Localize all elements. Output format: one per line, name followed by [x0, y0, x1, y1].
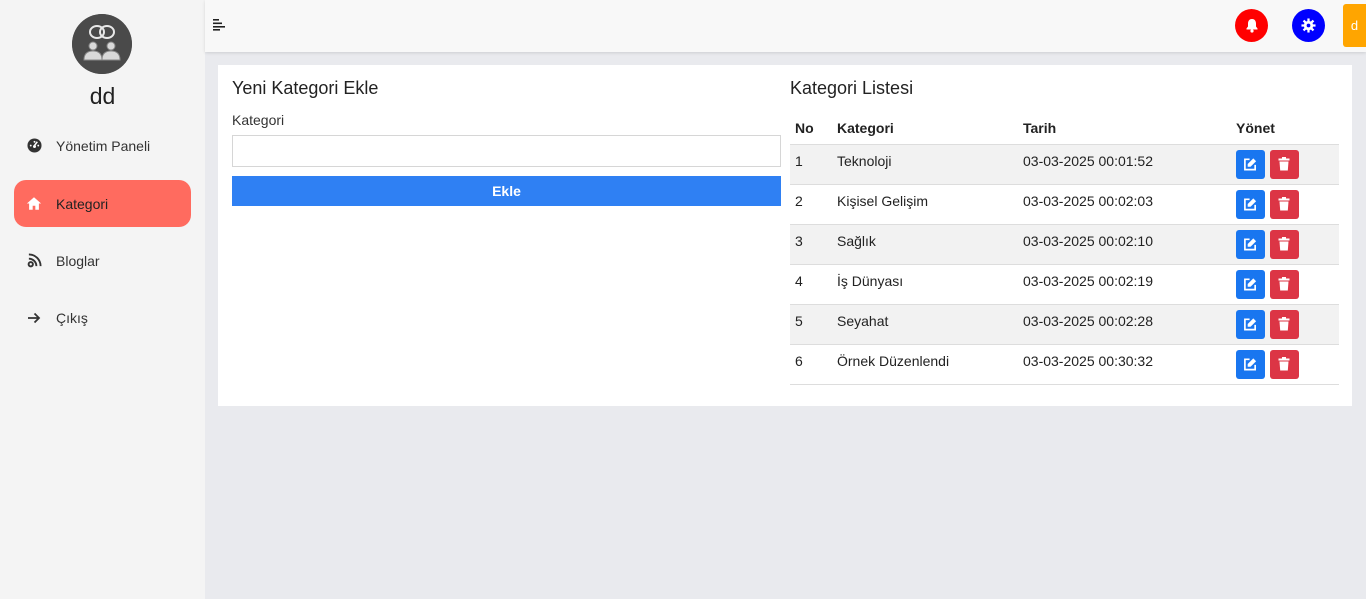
edit-button[interactable]	[1236, 189, 1265, 219]
sidebar-item-dashboard[interactable]: Yönetim Paneli	[14, 122, 191, 169]
sidebar: dd Yönetim Paneli Kategori Bloglar Çıkış	[0, 0, 205, 599]
topbar: d	[205, 0, 1366, 52]
cell-date: 03-03-2025 00:01:52	[1018, 144, 1231, 185]
edit-icon	[1244, 198, 1257, 211]
cell-no: 4	[790, 264, 832, 305]
category-label: Kategori	[232, 112, 285, 128]
category-input[interactable]	[232, 135, 781, 167]
edit-button[interactable]	[1236, 349, 1265, 379]
gauge-icon	[26, 138, 42, 154]
cell-category: Sağlık	[832, 224, 1018, 265]
edit-button[interactable]	[1236, 149, 1265, 179]
sidebar-item-label: Çıkış	[56, 309, 88, 326]
list-title: Kategori Listesi	[790, 78, 914, 98]
cell-category: Seyahat	[832, 304, 1018, 345]
delete-button[interactable]	[1269, 189, 1299, 219]
menu-toggle-icon[interactable]	[213, 18, 225, 32]
edit-icon	[1244, 238, 1257, 251]
sidebar-item-logout[interactable]: Çıkış	[14, 294, 191, 341]
table-row: 1 Teknoloji 03-03-2025 00:01:52	[790, 144, 1339, 185]
delete-button[interactable]	[1269, 229, 1299, 259]
trash-icon	[1278, 157, 1290, 171]
header-category: Kategori	[832, 113, 1018, 145]
delete-button[interactable]	[1269, 349, 1299, 379]
table-row: 3 Sağlık 03-03-2025 00:02:10	[790, 224, 1339, 265]
home-icon	[26, 196, 42, 212]
username: dd	[89, 83, 116, 109]
table-header-row: No Kategori Tarih Yönet	[790, 113, 1339, 145]
cell-actions	[1231, 304, 1339, 345]
arrow-right-icon	[26, 310, 42, 326]
cell-actions	[1231, 184, 1339, 225]
delete-button[interactable]	[1269, 149, 1299, 179]
edit-icon	[1244, 358, 1257, 371]
trash-icon	[1278, 277, 1290, 291]
cell-date: 03-03-2025 00:02:10	[1018, 224, 1231, 265]
sidebar-item-label: Yönetim Paneli	[56, 137, 151, 154]
cell-category: Teknoloji	[832, 144, 1018, 185]
delete-button[interactable]	[1269, 269, 1299, 299]
trash-icon	[1278, 317, 1290, 331]
header-no: No	[790, 113, 832, 145]
cell-category: Örnek Düzenlendi	[832, 344, 1018, 385]
cell-date: 03-03-2025 00:02:28	[1018, 304, 1231, 345]
cell-actions	[1231, 344, 1339, 385]
cell-no: 1	[790, 144, 832, 185]
edit-icon	[1244, 318, 1257, 331]
trash-icon	[1278, 197, 1290, 211]
cell-category: İş Dünyası	[832, 264, 1018, 305]
table-row: 5 Seyahat 03-03-2025 00:02:28	[790, 304, 1339, 345]
trash-icon	[1278, 357, 1290, 371]
sidebar-item-label: Bloglar	[56, 252, 100, 269]
edit-icon	[1244, 158, 1257, 171]
add-button[interactable]: Ekle	[232, 176, 781, 206]
trash-icon	[1278, 237, 1290, 251]
header-manage: Yönet	[1231, 113, 1339, 145]
bell-icon	[1246, 19, 1257, 33]
sidebar-item-label: Kategori	[56, 195, 109, 212]
edit-button[interactable]	[1236, 309, 1265, 339]
category-table: No Kategori Tarih Yönet 1 Teknoloji 03-0…	[790, 113, 1339, 385]
cell-category: Kişisel Gelişim	[832, 184, 1018, 225]
settings-button[interactable]	[1292, 9, 1325, 42]
cell-actions	[1231, 144, 1339, 185]
edit-icon	[1244, 278, 1257, 291]
table-row: 6 Örnek Düzenlendi 03-03-2025 00:30:32	[790, 344, 1339, 385]
header-date: Tarih	[1018, 113, 1231, 145]
cell-no: 3	[790, 224, 832, 265]
cell-no: 2	[790, 184, 832, 225]
table-row: 2 Kişisel Gelişim 03-03-2025 00:02:03	[790, 184, 1339, 225]
avatar	[72, 14, 132, 74]
cell-date: 03-03-2025 00:02:19	[1018, 264, 1231, 305]
sidebar-item-blogs[interactable]: Bloglar	[14, 237, 191, 284]
cell-actions	[1231, 264, 1339, 305]
notifications-button[interactable]	[1235, 9, 1268, 42]
cell-date: 03-03-2025 00:02:03	[1018, 184, 1231, 225]
cell-no: 5	[790, 304, 832, 345]
edit-button[interactable]	[1236, 229, 1265, 259]
delete-button[interactable]	[1269, 309, 1299, 339]
cell-date: 03-03-2025 00:30:32	[1018, 344, 1231, 385]
cell-no: 6	[790, 344, 832, 385]
rss-icon	[26, 253, 42, 269]
cell-actions	[1231, 224, 1339, 265]
user-menu-button[interactable]: d	[1343, 4, 1366, 47]
edit-button[interactable]	[1236, 269, 1265, 299]
gear-icon	[1301, 18, 1316, 33]
table-row: 4 İş Dünyası 03-03-2025 00:02:19	[790, 264, 1339, 305]
sidebar-item-category[interactable]: Kategori	[14, 180, 191, 227]
form-title: Yeni Kategori Ekle	[232, 78, 379, 98]
main-card: Yeni Kategori Ekle Kategori Ekle Kategor…	[218, 65, 1352, 406]
users-chat-icon	[72, 14, 132, 74]
